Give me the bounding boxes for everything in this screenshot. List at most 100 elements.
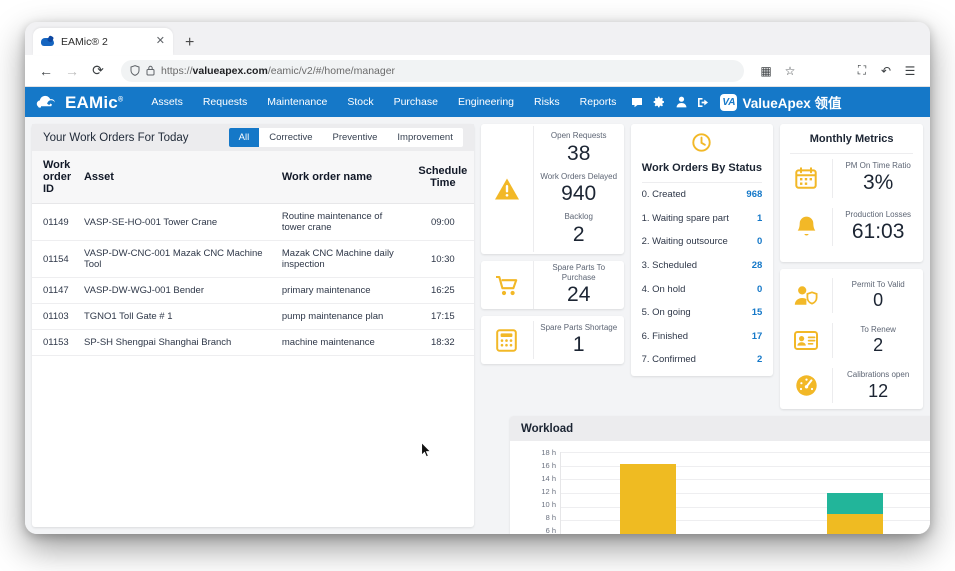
spare-parts-purchase-body: Spare Parts To Purchase 24 — [532, 260, 624, 310]
bookmark-star-icon[interactable]: ☆ — [778, 59, 802, 83]
status-row-on-hold[interactable]: 4. On hold 0 — [642, 277, 763, 301]
table-row[interactable]: 01153 SP-SH Shengpai Shanghai Branch mac… — [32, 329, 474, 356]
metric-value: 0 — [873, 290, 884, 311]
table-row[interactable]: 01154 VASP-DW-CNC-001 Mazak CNC Machine … — [32, 240, 474, 278]
app-navbar: EAMic® Assets Requests Maintenance Stock… — [25, 87, 930, 117]
user-icon[interactable] — [670, 96, 692, 108]
app-logo[interactable]: EAMic® — [35, 94, 123, 111]
status-row-waiting-outsource[interactable]: 2. Waiting outsource 0 — [642, 230, 763, 254]
browser-tab-strip: EAMic® 2 ✕ + — [25, 22, 930, 55]
nav-item-reports[interactable]: Reports — [570, 96, 627, 108]
work-order-filter-tabs: All Corrective Preventive Improvement — [228, 128, 463, 147]
status-count: 0 — [756, 283, 763, 295]
url-bar[interactable]: https://valueapex.com/eamic/v2/#/home/ma… — [121, 59, 744, 82]
status-label: 2. Waiting outsource — [641, 236, 728, 248]
qr-code-icon[interactable]: ▦ — [754, 59, 778, 83]
column-header-name: Work order name — [281, 151, 412, 204]
nav-item-purchase[interactable]: Purchase — [384, 96, 448, 108]
browser-tab[interactable]: EAMic® 2 ✕ — [33, 28, 173, 55]
nav-item-stock[interactable]: Stock — [337, 96, 383, 108]
clock-icon — [642, 133, 763, 156]
close-icon[interactable]: ✕ — [156, 36, 165, 47]
spare-parts-shortage-card[interactable]: Spare Parts Shortage 1 — [480, 316, 624, 364]
metric-spare-parts-shortage: Spare Parts Shortage 1 — [540, 323, 618, 358]
alerts-metrics: Open Requests 38 Work Orders Delayed 940… — [532, 126, 624, 252]
metric-permit-to-valid[interactable]: Permit To Valid 0 — [780, 273, 923, 318]
status-row-on-going[interactable]: 5. On going 15 — [642, 301, 763, 325]
permits-card: Permit To Valid 0 To Renew 2 Calibration… — [780, 269, 923, 409]
cell-asset: VASP-DW-WGJ-001 Bender — [83, 277, 282, 304]
browser-window: EAMic® 2 ✕ + ← → ⟳ https://valueapex.com… — [25, 22, 930, 534]
logout-icon[interactable] — [692, 97, 714, 108]
tab-preventive[interactable]: Preventive — [323, 128, 388, 147]
cell-id: 01147 — [32, 277, 84, 304]
cell-name: pump maintenance plan — [281, 303, 412, 330]
workload-plot: 18 h 16 h 14 h 12 h 10 h 8 h 6 h — [510, 441, 930, 534]
tab-improvement[interactable]: Improvement — [387, 128, 462, 147]
reload-button[interactable]: ⟳ — [85, 58, 111, 84]
status-label: 1. Waiting spare part — [641, 212, 729, 224]
production-losses-row: Production Losses 61:03 — [839, 210, 917, 245]
forward-button[interactable]: → — [59, 58, 85, 84]
permit-valid-body: Permit To Valid 0 — [832, 278, 923, 314]
chart-bar[interactable] — [827, 493, 884, 534]
screenshot-icon[interactable]: ⛶ — [850, 59, 874, 83]
browser-menu-icon[interactable]: ☰ — [898, 59, 922, 83]
nav-item-assets[interactable]: Assets — [141, 96, 193, 108]
metric-production-losses[interactable]: Production Losses 61:03 — [780, 203, 923, 252]
status-count: 0 — [756, 236, 763, 248]
cloud-wrench-logo-icon — [35, 94, 61, 111]
status-row-finished[interactable]: 6. Finished 17 — [642, 325, 763, 349]
status-label: 7. Confirmed — [641, 354, 696, 366]
status-row-waiting-spare-part[interactable]: 1. Waiting spare part 1 — [642, 207, 763, 231]
column-header-id: Work order ID — [32, 151, 84, 204]
cell-id: 01103 — [32, 303, 84, 330]
status-label: 3. Scheduled — [641, 260, 698, 272]
metric-to-renew[interactable]: To Renew 2 — [780, 318, 923, 363]
logo-text: EAMic® — [65, 92, 124, 112]
table-row[interactable]: 01149 VASP-SE-HO-001 Tower Crane Routine… — [32, 203, 474, 241]
spare-parts-shortage-body: Spare Parts Shortage 1 — [532, 320, 624, 360]
nav-item-engineering[interactable]: Engineering — [448, 96, 524, 108]
metric-label: Calibrations open — [847, 370, 910, 380]
url-domain: valueapex.com — [192, 64, 268, 77]
metric-value: 1 — [572, 333, 585, 357]
nav-item-risks[interactable]: Risks — [524, 96, 570, 108]
tab-all[interactable]: All — [228, 128, 260, 147]
metric-label: Production Losses — [845, 209, 912, 219]
gridline — [561, 452, 930, 453]
work-orders-table: Work order ID Asset Work order name Sche… — [32, 151, 474, 356]
gear-icon[interactable] — [648, 96, 670, 108]
chart-bar[interactable] — [619, 463, 676, 534]
shield-icon — [130, 65, 140, 76]
cell-time: 17:15 — [411, 303, 474, 330]
brand-name: ValueApex 领值 — [742, 96, 842, 111]
y-axis: 18 h 16 h 14 h 12 h 10 h 8 h 6 h — [522, 449, 556, 534]
metric-calibrations-open[interactable]: Calibrations open 12 — [780, 363, 923, 408]
cell-name: Routine maintenance of tower crane — [281, 203, 412, 241]
metric-label: Spare Parts Shortage — [540, 322, 618, 332]
metric-pm-on-time-ratio[interactable]: PM On Time Ratio 3% — [780, 154, 923, 203]
tab-corrective[interactable]: Corrective — [259, 128, 322, 147]
alerts-card[interactable]: Open Requests 38 Work Orders Delayed 940… — [480, 124, 624, 254]
column-header-asset: Asset — [83, 151, 282, 204]
back-button[interactable]: ← — [33, 58, 59, 84]
status-row-confirmed[interactable]: 7. Confirmed 2 — [642, 348, 763, 372]
undo-icon[interactable]: ↶ — [874, 59, 898, 83]
card-title: Work Orders By Status — [641, 162, 763, 183]
monthly-metrics-card: Monthly Metrics PM On Time Ratio 3% Prod… — [780, 124, 923, 262]
table-row[interactable]: 01147 VASP-DW-WGJ-001 Bender primary mai… — [32, 277, 474, 304]
chat-icon[interactable] — [626, 97, 648, 108]
permit-valid-row: Permit To Valid 0 — [839, 280, 917, 311]
new-tab-button[interactable]: + — [185, 35, 194, 51]
status-row-created[interactable]: 0. Created 968 — [642, 183, 763, 207]
status-count: 1 — [756, 212, 763, 224]
valueapex-badge-icon: VA — [720, 93, 738, 111]
spare-parts-to-purchase-card[interactable]: Spare Parts To Purchase 24 — [480, 260, 624, 310]
nav-item-requests[interactable]: Requests — [193, 96, 257, 108]
table-row[interactable]: 01103 TGNO1 Toll Gate # 1 pump maintenan… — [32, 303, 474, 330]
nav-item-maintenance[interactable]: Maintenance — [257, 96, 337, 108]
status-row-scheduled[interactable]: 3. Scheduled 28 — [642, 254, 763, 278]
y-tick: 14 h — [541, 474, 556, 484]
workload-header: Workload — [510, 416, 930, 441]
